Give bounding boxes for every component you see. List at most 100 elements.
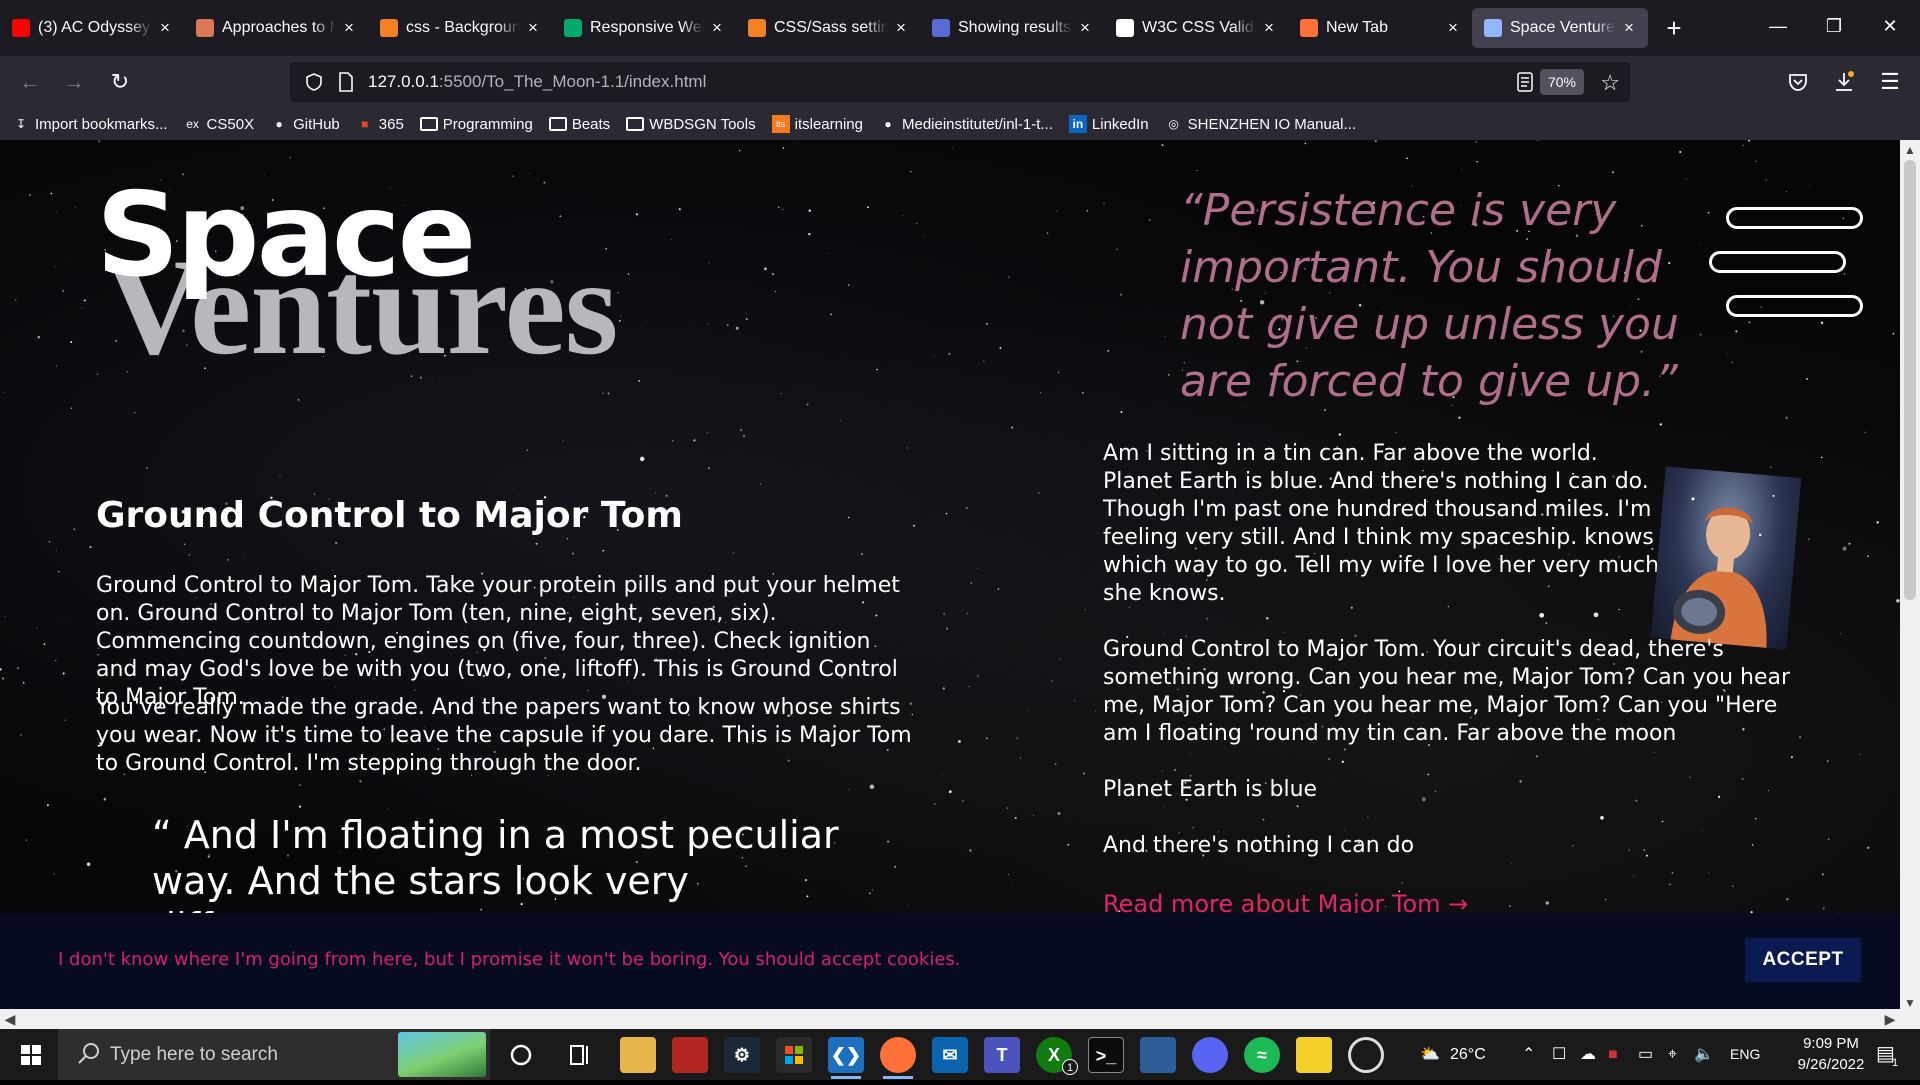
scroll-up-arrow-icon[interactable]: ▲: [1900, 140, 1920, 160]
spotify-icon[interactable]: ≈: [1244, 1037, 1280, 1073]
new-tab-button[interactable]: +: [1654, 8, 1694, 48]
vscode-icon[interactable]: ❮❯: [828, 1037, 864, 1073]
itslearning-icon: its: [771, 115, 790, 133]
notifications-icon[interactable]: ▤: [1876, 1029, 1895, 1080]
tab-4[interactable]: CSS/Sass setting ×: [736, 8, 920, 48]
onedrive-icon[interactable]: ☁: [1580, 1029, 1596, 1080]
bookmark-item[interactable]: in LinkedIn: [1068, 115, 1149, 133]
bookmark-item[interactable]: ◎ SHENZHEN IO Manual...: [1165, 115, 1356, 133]
weather-icon[interactable]: ⛅: [1420, 1029, 1440, 1080]
scroll-left-arrow-icon[interactable]: ◀: [0, 1009, 20, 1029]
scroll-right-arrow-icon[interactable]: ▶: [1880, 1009, 1900, 1029]
volume-icon[interactable]: 🔈: [1694, 1029, 1714, 1080]
bookmark-item[interactable]: Beats: [548, 116, 610, 133]
bookmark-label: SHENZHEN IO Manual...: [1187, 115, 1356, 133]
star-bookmark-icon[interactable]: ☆: [1600, 70, 1620, 96]
logo-space-text[interactable]: Space: [96, 178, 476, 294]
clock-time: 9:09 PM: [1803, 1035, 1859, 1052]
horizontal-scrollbar[interactable]: ◀ ▶: [0, 1009, 1900, 1029]
reader-view-icon[interactable]: [1516, 72, 1534, 92]
wifi-icon[interactable]: ⌖: [1668, 1029, 1677, 1080]
hamburger-bar-bottom: [1726, 295, 1863, 317]
pocket-icon[interactable]: [1776, 60, 1820, 104]
bookmark-item[interactable]: WBDSGN Tools: [626, 116, 756, 133]
forward-button[interactable]: →: [52, 60, 96, 104]
shield-icon[interactable]: [304, 72, 324, 92]
bookmark-label: LinkedIn: [1091, 115, 1149, 133]
bookmark-item[interactable]: ● Medieinstitutet/inl-1-t...: [879, 115, 1053, 133]
bookmark-label: GitHub: [293, 115, 340, 133]
bookmark-item[interactable]: Programming: [419, 116, 533, 133]
hamburger-menu-button[interactable]: [1709, 205, 1865, 317]
tab-close-icon[interactable]: ×: [340, 18, 358, 38]
firefox-icon[interactable]: [880, 1037, 916, 1073]
mail-icon[interactable]: ✉: [932, 1037, 968, 1073]
bookmark-item[interactable]: ↧ Import bookmarks...: [12, 115, 168, 133]
weather-temperature[interactable]: 26°C: [1450, 1029, 1486, 1080]
tab-close-icon[interactable]: ×: [156, 18, 174, 38]
start-button[interactable]: [8, 1029, 54, 1080]
tab-7[interactable]: New Tab ×: [1288, 8, 1472, 48]
reload-button[interactable]: ↻: [98, 60, 142, 104]
microsoft-store-icon[interactable]: [776, 1037, 812, 1073]
github-icon: ●: [884, 117, 892, 131]
stackoverflow-icon: [748, 19, 766, 37]
accept-cookies-button[interactable]: ACCEPT: [1745, 938, 1861, 982]
tray-app-icon[interactable]: ☐: [1552, 1029, 1566, 1080]
tab-8[interactable]: Space Ventures ×: [1472, 8, 1648, 48]
vertical-scroll-thumb[interactable]: [1904, 160, 1916, 600]
sticky-notes-icon[interactable]: [1296, 1037, 1332, 1073]
bookmark-label: CS50X: [206, 115, 255, 133]
tab-3[interactable]: Responsive Web ×: [552, 8, 736, 48]
tab-2[interactable]: css - Background ×: [368, 8, 552, 48]
menu-icon[interactable]: ☰: [1868, 60, 1912, 104]
zoom-level-badge[interactable]: 70%: [1539, 69, 1584, 95]
teams-icon[interactable]: T: [984, 1037, 1020, 1073]
tab-close-icon[interactable]: ×: [1444, 18, 1462, 38]
stackoverflow-icon: [380, 19, 398, 37]
minimize-button[interactable]: —: [1750, 0, 1806, 56]
downloads-icon[interactable]: [1822, 60, 1866, 104]
steam-icon[interactable]: ⚙: [724, 1037, 760, 1073]
app-red-icon[interactable]: [672, 1037, 708, 1073]
tray-overflow-icon[interactable]: ⌃: [1522, 1029, 1535, 1080]
app-blue-icon[interactable]: [1140, 1037, 1176, 1073]
tab-0[interactable]: (3) AC Odyssey: S×: [0, 8, 184, 48]
battery-icon[interactable]: ▭: [1638, 1029, 1653, 1080]
xbox-notification-badge: 1: [1062, 1059, 1078, 1075]
taskbar-clock[interactable]: 9:09 PM 9/26/2022: [1776, 1033, 1886, 1075]
tab-close-icon[interactable]: ×: [1620, 18, 1638, 38]
tab-6[interactable]: W3C CSS Validat ×: [1104, 8, 1288, 48]
tab-close-icon[interactable]: ×: [1076, 18, 1094, 38]
tab-close-icon[interactable]: ×: [708, 18, 726, 38]
bookmark-item[interactable]: ● GitHub: [270, 115, 340, 133]
tab-5[interactable]: Showing results ×: [920, 8, 1104, 48]
folder-icon: [419, 117, 438, 131]
bookmark-item[interactable]: ■ 365: [356, 115, 404, 133]
back-button[interactable]: ←: [8, 60, 52, 104]
tab-list: (3) AC Odyssey: S×Approaches to M×css - …: [0, 8, 1648, 48]
tray-red-icon[interactable]: ■: [1608, 1029, 1618, 1080]
taskbar-search-box[interactable]: Type here to search: [58, 1029, 490, 1080]
bookmark-item[interactable]: its itslearning: [771, 115, 863, 133]
right-paragraph-2: Ground Control to Major Tom. Your circui…: [1103, 637, 1791, 746]
bookmark-item[interactable]: ex CS50X: [184, 115, 255, 133]
cortana-icon[interactable]: [503, 1037, 539, 1073]
obs-icon[interactable]: [1348, 1037, 1384, 1073]
linkedin-icon: in: [1068, 115, 1087, 133]
language-indicator[interactable]: ENG: [1730, 1029, 1760, 1080]
close-window-button[interactable]: ✕: [1862, 0, 1918, 56]
url-path: :5500/To_The_Moon-1.1/index.html: [438, 72, 707, 91]
url-bar[interactable]: 127.0.0.1:5500/To_The_Moon-1.1/index.htm…: [290, 62, 1630, 102]
restore-button[interactable]: ❐: [1806, 0, 1862, 56]
tab-close-icon[interactable]: ×: [1260, 18, 1278, 38]
tab-1[interactable]: Approaches to M ×: [184, 8, 368, 48]
task-view-icon[interactable]: [562, 1037, 598, 1073]
discord-icon[interactable]: [1192, 1037, 1228, 1073]
file-explorer-icon[interactable]: [620, 1037, 656, 1073]
terminal-icon[interactable]: >_: [1088, 1037, 1124, 1073]
folder-icon: [626, 117, 645, 131]
tab-close-icon[interactable]: ×: [892, 18, 910, 38]
tab-close-icon[interactable]: ×: [524, 18, 542, 38]
vertical-scrollbar[interactable]: ▲ ▼: [1900, 140, 1920, 1013]
